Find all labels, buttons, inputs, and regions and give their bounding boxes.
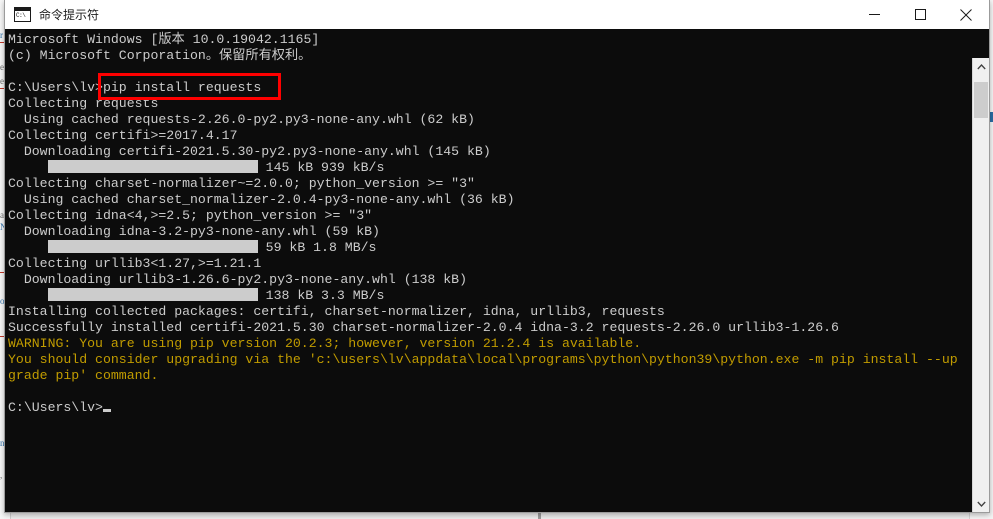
console-line: Downloading urllib3-1.26.6-py2.py3-none-… [8,272,467,287]
console-line: Using cached charset_normalizer-2.0.4-py… [8,192,515,207]
console-line: Collecting idna<4,>=2.5; python_version … [8,208,373,223]
progress-bar-line: 59 kB 1.8 MB/s [8,240,972,256]
window-title: 命令提示符 [39,8,100,22]
progress-bar-label: 138 kB 3.3 MB/s [257,288,385,303]
command-prompt-window: C:\ 命令提示符 Microsoft Windows [版本 10.0.190… [4,0,990,513]
console-line: C:\Users\lv>pip install requests [8,80,262,95]
console-line: Using cached requests-2.26.0-py2.py3-non… [8,112,475,127]
console-warning-line: grade pip' command. [8,368,159,383]
chevron-down-icon [976,501,986,507]
close-icon [960,8,972,21]
maximize-button[interactable] [897,0,943,29]
console-line: Microsoft Windows [版本 10.0.19042.1165] [8,32,320,47]
console-prompt-line: C:\Users\lv> [8,400,972,416]
progress-bar-label: 59 kB 1.8 MB/s [257,240,377,255]
window-controls [851,0,989,29]
minimize-button[interactable] [851,0,897,29]
console-line: (c) Microsoft Corporation。保留所有权利。 [8,48,312,63]
maximize-icon [914,9,926,20]
console-warning-line: WARNING: You are using pip version 20.2.… [8,336,642,351]
console-warning-line: You should consider upgrading via the 'c… [8,352,958,367]
minimize-icon [868,14,880,15]
console-line: Installing collected packages: certifi, … [8,304,665,319]
console-line: Downloading certifi-2021.5.30-py2.py3-no… [8,144,491,159]
close-button[interactable] [943,0,989,29]
chevron-up-icon [976,63,986,69]
console-text: Microsoft Windows [版本 10.0.19042.1165] (c… [8,32,972,416]
console-output-area[interactable]: Microsoft Windows [版本 10.0.19042.1165] (c… [5,29,989,512]
progress-bar-fill [49,160,258,173]
progress-bar-label: 145 kB 939 kB/s [257,160,385,175]
progress-bar-line: 138 kB 3.3 MB/s [8,288,972,304]
cmd-console-icon: C:\ [14,7,31,22]
console-line: Successfully installed certifi-2021.5.30… [8,320,839,335]
scroll-down-button[interactable] [973,495,989,512]
prompt-text: C:\Users\lv> [8,400,103,415]
console-line: Downloading idna-3.2-py3-none-any.whl (5… [8,224,380,239]
cmd-icon-glyph: C:\ [16,11,26,19]
progress-bar-line: 145 kB 939 kB/s [8,160,972,176]
console-line: Collecting charset-normalizer~=2.0.0; py… [8,176,475,191]
scrollbar-thumb[interactable] [974,82,988,118]
progress-bar-fill [49,240,258,253]
text-cursor [102,409,111,412]
console-line: Collecting requests [8,96,159,111]
scroll-up-button[interactable] [973,58,989,75]
console-line: Collecting urllib3<1.27,>=1.21.1 [8,256,262,271]
window-titlebar[interactable]: C:\ 命令提示符 [5,0,989,30]
progress-bar-fill [49,288,258,301]
console-line: Collecting certifi>=2017.4.17 [8,128,238,143]
vertical-scrollbar[interactable] [972,58,989,512]
